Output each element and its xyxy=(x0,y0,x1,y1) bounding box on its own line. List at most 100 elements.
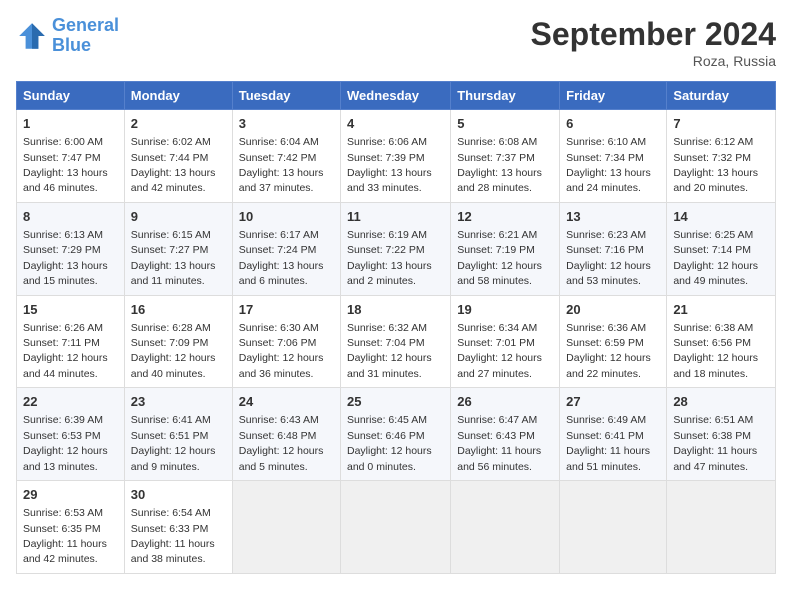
day-number: 29 xyxy=(23,486,118,504)
day-number: 24 xyxy=(239,393,334,411)
day-info: Sunrise: 6:00 AMSunset: 7:47 PMDaylight:… xyxy=(23,136,108,194)
day-info: Sunrise: 6:25 AMSunset: 7:14 PMDaylight:… xyxy=(673,229,758,287)
day-info: Sunrise: 6:34 AMSunset: 7:01 PMDaylight:… xyxy=(457,322,542,380)
day-number: 1 xyxy=(23,115,118,133)
day-number: 5 xyxy=(457,115,553,133)
empty-cell xyxy=(232,481,340,574)
day-info: Sunrise: 6:32 AMSunset: 7:04 PMDaylight:… xyxy=(347,322,432,380)
calendar-day-cell: 2 Sunrise: 6:02 AMSunset: 7:44 PMDayligh… xyxy=(124,110,232,203)
calendar-day-cell: 17 Sunrise: 6:30 AMSunset: 7:06 PMDaylig… xyxy=(232,295,340,388)
day-number: 10 xyxy=(239,208,334,226)
logo-icon xyxy=(16,20,48,52)
day-number: 12 xyxy=(457,208,553,226)
day-number: 25 xyxy=(347,393,444,411)
day-info: Sunrise: 6:51 AMSunset: 6:38 PMDaylight:… xyxy=(673,414,757,472)
day-info: Sunrise: 6:36 AMSunset: 6:59 PMDaylight:… xyxy=(566,322,651,380)
day-number: 4 xyxy=(347,115,444,133)
day-number: 21 xyxy=(673,301,769,319)
day-info: Sunrise: 6:08 AMSunset: 7:37 PMDaylight:… xyxy=(457,136,542,194)
calendar-day-cell: 16 Sunrise: 6:28 AMSunset: 7:09 PMDaylig… xyxy=(124,295,232,388)
day-number: 28 xyxy=(673,393,769,411)
day-number: 20 xyxy=(566,301,660,319)
calendar-week-row: 22 Sunrise: 6:39 AMSunset: 6:53 PMDaylig… xyxy=(17,388,776,481)
day-info: Sunrise: 6:12 AMSunset: 7:32 PMDaylight:… xyxy=(673,136,758,194)
day-info: Sunrise: 6:23 AMSunset: 7:16 PMDaylight:… xyxy=(566,229,651,287)
calendar-day-cell: 13 Sunrise: 6:23 AMSunset: 7:16 PMDaylig… xyxy=(560,202,667,295)
calendar-day-cell: 10 Sunrise: 6:17 AMSunset: 7:24 PMDaylig… xyxy=(232,202,340,295)
calendar-day-cell: 9 Sunrise: 6:15 AMSunset: 7:27 PMDayligh… xyxy=(124,202,232,295)
calendar-day-cell: 19 Sunrise: 6:34 AMSunset: 7:01 PMDaylig… xyxy=(451,295,560,388)
day-info: Sunrise: 6:15 AMSunset: 7:27 PMDaylight:… xyxy=(131,229,216,287)
day-info: Sunrise: 6:54 AMSunset: 6:33 PMDaylight:… xyxy=(131,507,215,565)
location-subtitle: Roza, Russia xyxy=(531,53,776,69)
day-info: Sunrise: 6:17 AMSunset: 7:24 PMDaylight:… xyxy=(239,229,324,287)
calendar-day-cell: 20 Sunrise: 6:36 AMSunset: 6:59 PMDaylig… xyxy=(560,295,667,388)
day-info: Sunrise: 6:38 AMSunset: 6:56 PMDaylight:… xyxy=(673,322,758,380)
day-info: Sunrise: 6:41 AMSunset: 6:51 PMDaylight:… xyxy=(131,414,216,472)
day-number: 30 xyxy=(131,486,226,504)
col-saturday: Saturday xyxy=(667,82,776,110)
calendar-day-cell: 14 Sunrise: 6:25 AMSunset: 7:14 PMDaylig… xyxy=(667,202,776,295)
day-info: Sunrise: 6:21 AMSunset: 7:19 PMDaylight:… xyxy=(457,229,542,287)
day-info: Sunrise: 6:06 AMSunset: 7:39 PMDaylight:… xyxy=(347,136,432,194)
day-info: Sunrise: 6:19 AMSunset: 7:22 PMDaylight:… xyxy=(347,229,432,287)
col-sunday: Sunday xyxy=(17,82,125,110)
calendar-day-cell: 26 Sunrise: 6:47 AMSunset: 6:43 PMDaylig… xyxy=(451,388,560,481)
calendar-day-cell: 5 Sunrise: 6:08 AMSunset: 7:37 PMDayligh… xyxy=(451,110,560,203)
day-number: 3 xyxy=(239,115,334,133)
day-info: Sunrise: 6:49 AMSunset: 6:41 PMDaylight:… xyxy=(566,414,650,472)
day-number: 2 xyxy=(131,115,226,133)
calendar-day-cell: 27 Sunrise: 6:49 AMSunset: 6:41 PMDaylig… xyxy=(560,388,667,481)
page-header: General Blue September 2024 Roza, Russia xyxy=(16,16,776,69)
calendar-day-cell: 1 Sunrise: 6:00 AMSunset: 7:47 PMDayligh… xyxy=(17,110,125,203)
calendar-day-cell: 30 Sunrise: 6:54 AMSunset: 6:33 PMDaylig… xyxy=(124,481,232,574)
logo: General Blue xyxy=(16,16,119,56)
calendar-week-row: 8 Sunrise: 6:13 AMSunset: 7:29 PMDayligh… xyxy=(17,202,776,295)
col-tuesday: Tuesday xyxy=(232,82,340,110)
empty-cell xyxy=(560,481,667,574)
col-friday: Friday xyxy=(560,82,667,110)
col-wednesday: Wednesday xyxy=(341,82,451,110)
empty-cell xyxy=(667,481,776,574)
col-thursday: Thursday xyxy=(451,82,560,110)
calendar-day-cell: 8 Sunrise: 6:13 AMSunset: 7:29 PMDayligh… xyxy=(17,202,125,295)
day-info: Sunrise: 6:30 AMSunset: 7:06 PMDaylight:… xyxy=(239,322,324,380)
day-number: 27 xyxy=(566,393,660,411)
day-info: Sunrise: 6:45 AMSunset: 6:46 PMDaylight:… xyxy=(347,414,432,472)
calendar-day-cell: 12 Sunrise: 6:21 AMSunset: 7:19 PMDaylig… xyxy=(451,202,560,295)
day-info: Sunrise: 6:39 AMSunset: 6:53 PMDaylight:… xyxy=(23,414,108,472)
calendar-day-cell: 29 Sunrise: 6:53 AMSunset: 6:35 PMDaylig… xyxy=(17,481,125,574)
calendar-week-row: 15 Sunrise: 6:26 AMSunset: 7:11 PMDaylig… xyxy=(17,295,776,388)
day-number: 16 xyxy=(131,301,226,319)
day-info: Sunrise: 6:13 AMSunset: 7:29 PMDaylight:… xyxy=(23,229,108,287)
calendar-day-cell: 22 Sunrise: 6:39 AMSunset: 6:53 PMDaylig… xyxy=(17,388,125,481)
logo-text: General Blue xyxy=(52,16,119,56)
calendar-day-cell: 6 Sunrise: 6:10 AMSunset: 7:34 PMDayligh… xyxy=(560,110,667,203)
day-info: Sunrise: 6:26 AMSunset: 7:11 PMDaylight:… xyxy=(23,322,108,380)
day-info: Sunrise: 6:10 AMSunset: 7:34 PMDaylight:… xyxy=(566,136,651,194)
calendar-day-cell: 15 Sunrise: 6:26 AMSunset: 7:11 PMDaylig… xyxy=(17,295,125,388)
day-number: 26 xyxy=(457,393,553,411)
day-number: 7 xyxy=(673,115,769,133)
calendar-day-cell: 18 Sunrise: 6:32 AMSunset: 7:04 PMDaylig… xyxy=(341,295,451,388)
month-title: September 2024 xyxy=(531,16,776,53)
day-number: 17 xyxy=(239,301,334,319)
day-number: 6 xyxy=(566,115,660,133)
col-monday: Monday xyxy=(124,82,232,110)
day-info: Sunrise: 6:47 AMSunset: 6:43 PMDaylight:… xyxy=(457,414,541,472)
calendar-day-cell: 24 Sunrise: 6:43 AMSunset: 6:48 PMDaylig… xyxy=(232,388,340,481)
day-info: Sunrise: 6:04 AMSunset: 7:42 PMDaylight:… xyxy=(239,136,324,194)
calendar-day-cell: 25 Sunrise: 6:45 AMSunset: 6:46 PMDaylig… xyxy=(341,388,451,481)
day-info: Sunrise: 6:28 AMSunset: 7:09 PMDaylight:… xyxy=(131,322,216,380)
calendar-day-cell: 21 Sunrise: 6:38 AMSunset: 6:56 PMDaylig… xyxy=(667,295,776,388)
calendar-day-cell: 3 Sunrise: 6:04 AMSunset: 7:42 PMDayligh… xyxy=(232,110,340,203)
day-number: 8 xyxy=(23,208,118,226)
calendar-week-row: 1 Sunrise: 6:00 AMSunset: 7:47 PMDayligh… xyxy=(17,110,776,203)
calendar-header-row: Sunday Monday Tuesday Wednesday Thursday… xyxy=(17,82,776,110)
title-block: September 2024 Roza, Russia xyxy=(531,16,776,69)
day-number: 14 xyxy=(673,208,769,226)
day-number: 22 xyxy=(23,393,118,411)
calendar-table: Sunday Monday Tuesday Wednesday Thursday… xyxy=(16,81,776,574)
calendar-day-cell: 11 Sunrise: 6:19 AMSunset: 7:22 PMDaylig… xyxy=(341,202,451,295)
day-number: 19 xyxy=(457,301,553,319)
